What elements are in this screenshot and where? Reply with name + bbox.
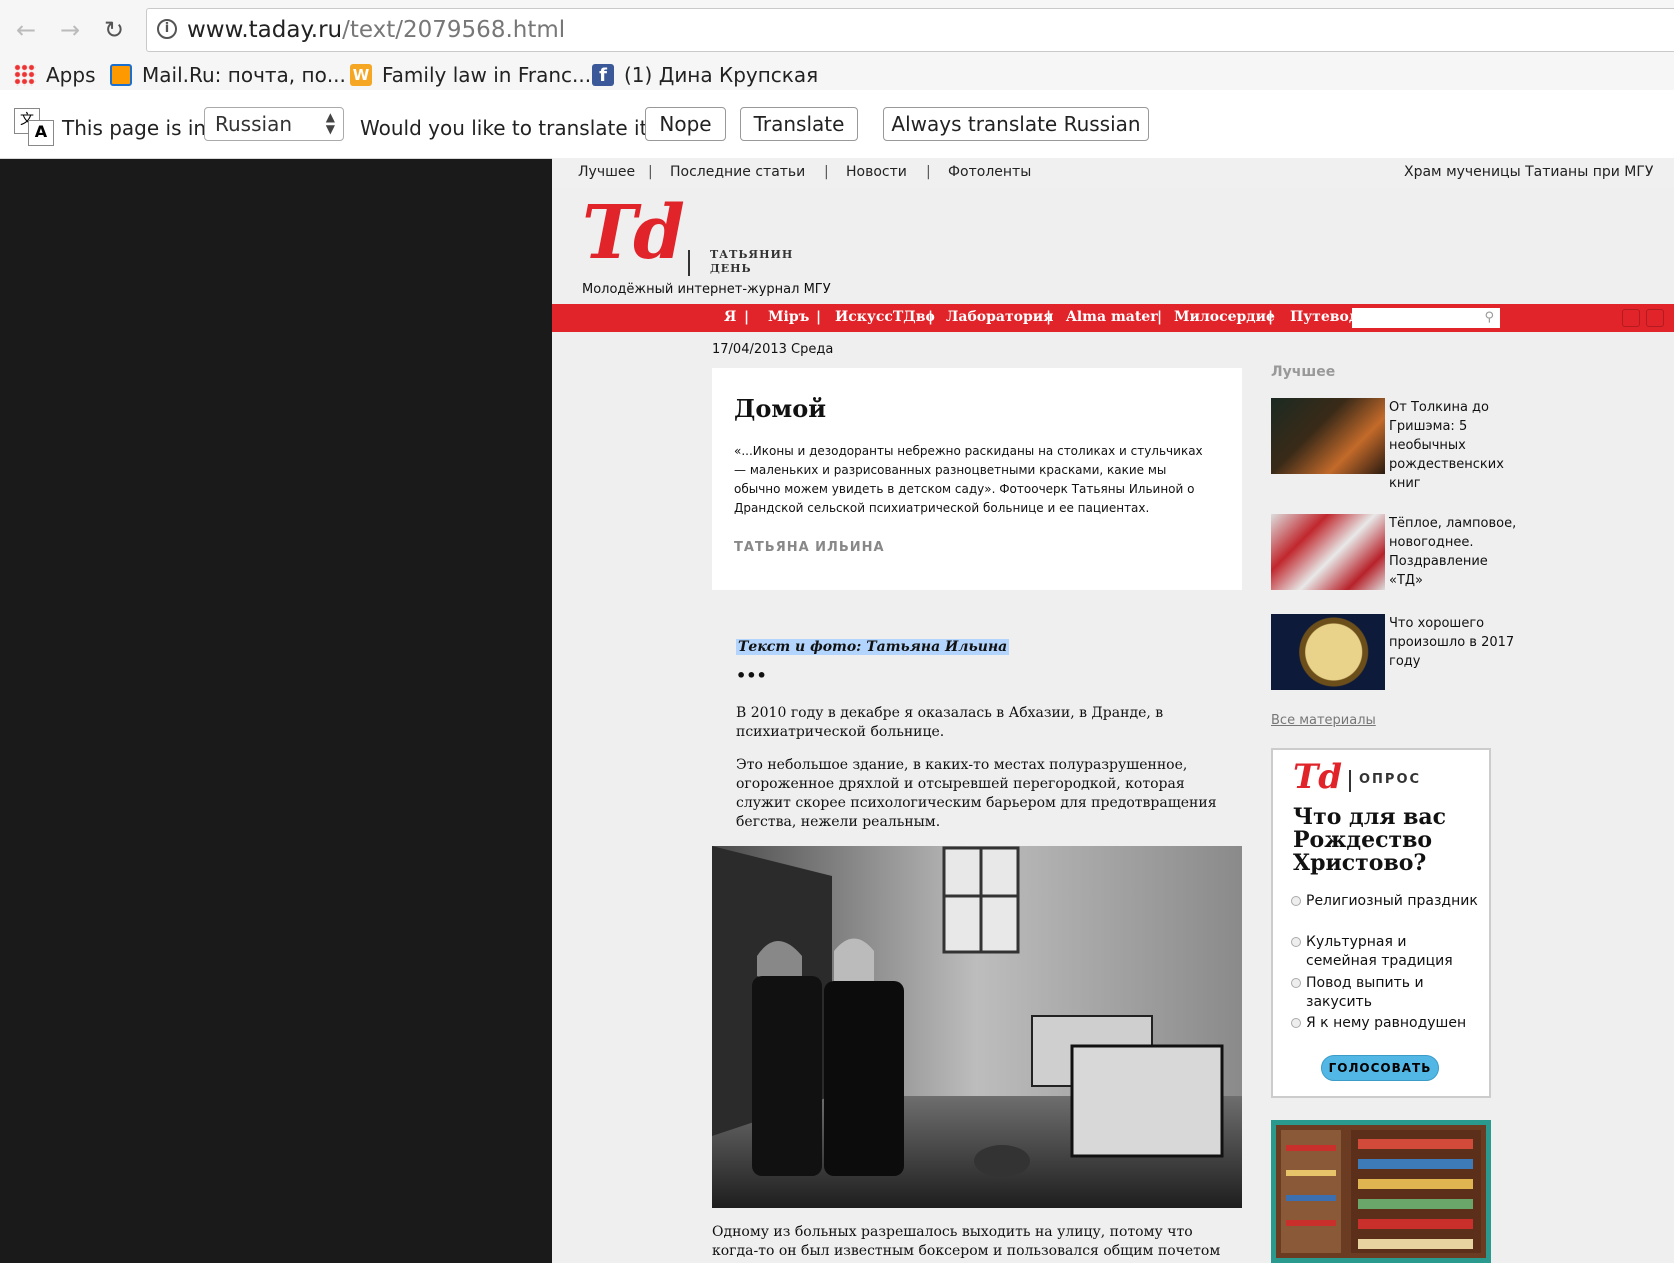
best-item-thumb[interactable] [1271,398,1385,474]
select-arrows-icon: ▲ ▼ [325,110,335,136]
bookmark-mail-ru[interactable]: Mail.Ru: почта, по... [110,62,346,88]
mail-ru-icon [110,64,132,86]
lead-card: Домой «...Иконы и дезодоранты небрежно р… [712,368,1242,590]
vote-button[interactable]: ГОЛОСОВАТЬ [1321,1055,1439,1081]
nav-separator: | [1046,309,1052,325]
article-date: 17/04/2013 Среда [712,342,834,357]
best-item-title[interactable]: От Толкина до Гришэма: 5 необычных рожде… [1389,398,1521,493]
nav-laboratoriya[interactable]: Лаборатория [946,309,1054,325]
radio-button[interactable] [1291,978,1301,988]
radio-button[interactable] [1291,937,1301,947]
best-item-title[interactable]: Что хорошего произошло в 2017 году [1389,614,1521,671]
topnav-best[interactable]: Лучшее [578,164,635,180]
article-photo [712,846,1242,1208]
nav-separator: | [928,309,934,325]
section-dots: ••• [736,666,767,685]
browser-toolbar: ← → ↻ i www.taday.ru/text/2079568.html [0,0,1674,60]
nav-separator: | [1157,309,1163,325]
search-icon[interactable]: ⚲ [1484,310,1494,325]
best-item-title[interactable]: Тёплое, ламповое, новогоднее. Поздравлен… [1389,514,1521,590]
all-materials-link[interactable]: Все материалы [1271,713,1376,728]
photo-caption: Одному из больных разрешалось выходить н… [712,1224,1221,1263]
photo-credit: Текст и фото: Татьяна Ильина [736,639,1010,655]
translate-question: Would you like to translate it? [360,116,659,140]
poll-logo: Td [1293,757,1343,797]
top-nav: Лучшее | Последние статьи | Новости | Фо… [552,158,1674,188]
photo-illustration [712,846,1242,1208]
nav-separator: | [1268,309,1274,325]
topnav-temple[interactable]: Храм мученицы Татианы при МГУ [1404,164,1653,180]
apps-grid-icon [14,64,36,86]
site-search-input[interactable]: ⚲ [1352,308,1500,328]
poll-option[interactable]: Религиозный праздник [1291,892,1481,911]
article-paragraph: В 2010 году в декабре я оказалась в Абха… [736,705,1164,740]
nav-mir[interactable]: Міръ [768,309,809,325]
article-author[interactable]: ТАТЬЯНА ИЛЬИНА [734,540,885,555]
topnav-photos[interactable]: Фотоленты [948,164,1031,180]
topnav-separator: | [648,164,653,180]
article-lead: «...Иконы и дезодоранты небрежно раскида… [734,444,1203,515]
best-item-thumb[interactable] [1271,614,1385,690]
poll-option[interactable]: Культурная и семейная традиция [1291,933,1481,971]
article-paragraph: Это небольшое здание, в каких-то местах … [736,757,1217,830]
poll-label: ОПРОС [1359,772,1422,787]
translate-button[interactable]: Translate [740,107,858,141]
site-tagline: Молодёжный интернет-журнал МГУ [582,282,831,297]
bookmark-facebook[interactable]: f (1) Дина Крупская [592,62,818,88]
main-nav: Я | Міръ | ИскуссТДво | Лаборатория | Al… [552,304,1674,332]
page-is-in-label: This page is in [62,116,207,140]
nav-separator: | [816,309,822,325]
nav-miloserdie[interactable]: Милосердие [1174,309,1275,325]
article-title: Домой [734,394,827,423]
nav-alma-mater[interactable]: Alma mater [1066,309,1158,325]
back-icon[interactable]: ← [12,16,40,44]
facebook-icon: f [592,64,614,86]
banner-illustration [1276,1125,1486,1258]
topnav-separator: | [824,164,829,180]
forward-icon[interactable]: → [56,16,84,44]
info-icon[interactable]: i [157,19,177,39]
url-text[interactable]: www.taday.ru/text/2079568.html [187,17,565,43]
address-bar[interactable]: i www.taday.ru/text/2079568.html [146,8,1674,52]
reload-icon[interactable]: ↻ [100,16,128,44]
always-translate-button[interactable]: Always translate Russian [883,107,1149,141]
translate-bar: 文 A This page is in Russian ▲ ▼ Would you… [0,90,1674,159]
best-item-thumb[interactable] [1271,514,1385,590]
bookmarks-bar: Apps Mail.Ru: почта, по... W Family law … [0,60,1674,90]
print-icon[interactable] [1646,309,1664,327]
nav-separator: | [744,309,750,325]
w-icon: W [350,64,372,86]
radio-button[interactable] [1291,896,1301,906]
poll-option[interactable]: Я к нему равнодушен [1291,1014,1481,1033]
bookmark-family-law[interactable]: W Family law in Franc... [350,62,591,88]
bookstore-banner[interactable] [1271,1120,1491,1263]
topnav-separator: | [926,164,931,180]
logo-divider [688,250,690,276]
page-viewport: Лучшее | Последние статьи | Новости | Фо… [552,158,1674,1263]
language-select[interactable]: Russian ▲ ▼ [204,107,344,141]
rss-icon[interactable] [1622,309,1640,327]
topnav-news[interactable]: Новости [846,164,907,180]
nav-putevoditel[interactable]: Путеводи [1290,309,1352,325]
logo-name: ТАТЬЯНИН ДЕНЬ [710,248,794,275]
radio-button[interactable] [1291,1018,1301,1028]
nope-button[interactable]: Nope [645,107,726,141]
best-heading: Лучшее [1271,364,1336,380]
site-logo[interactable]: Td [582,196,685,270]
bookmark-apps[interactable]: Apps [14,62,96,88]
poll-divider [1349,770,1351,792]
nav-iskusstvo[interactable]: ИскуссТДво [835,309,935,325]
poll-option[interactable]: Повод выпить и закусить [1291,974,1481,1012]
topnav-latest[interactable]: Последние статьи [670,164,805,180]
poll-widget: Td ОПРОС Что для вас Рождество Христово?… [1271,748,1491,1098]
translate-icon: 文 A [14,108,54,146]
poll-question: Что для вас Рождество Христово? [1293,804,1447,876]
nav-ya[interactable]: Я [724,309,736,325]
